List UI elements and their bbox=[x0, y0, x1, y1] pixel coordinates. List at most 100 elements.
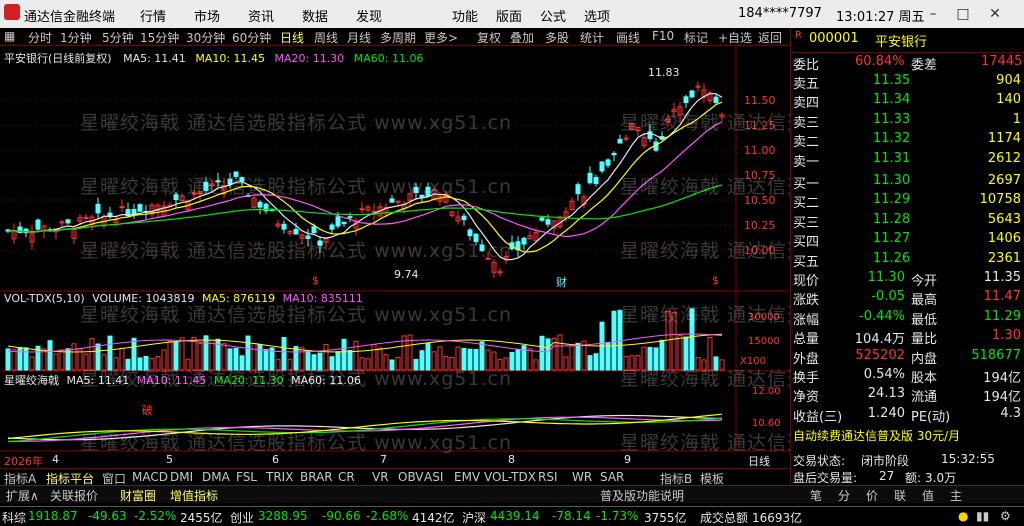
ask-row[interactable]: 卖四 11.34 140 bbox=[791, 91, 1024, 111]
tool-button[interactable]: 统计 bbox=[580, 29, 604, 46]
indicator-tab[interactable]: CR bbox=[338, 470, 355, 484]
stock-code[interactable]: 000001 bbox=[809, 31, 859, 46]
kline-chart[interactable] bbox=[0, 46, 790, 452]
expand-button[interactable]: 扩展∧ bbox=[6, 487, 39, 504]
period-tab[interactable]: 周线 bbox=[314, 29, 338, 46]
fund-value: 194亿 bbox=[983, 390, 1021, 406]
settings-icon[interactable]: ⚙ bbox=[1000, 509, 1011, 523]
menu-data[interactable]: 数据 bbox=[302, 6, 328, 25]
bid-row[interactable]: 买三 11.28 5643 bbox=[791, 211, 1024, 231]
bid-volume: 5643 bbox=[987, 211, 1021, 227]
chart-area[interactable]: 平安银行(日线前复权) MA5: 11.41 MA10: 11.45 MA20:… bbox=[0, 46, 1024, 468]
menu-formula[interactable]: 公式 bbox=[540, 6, 566, 25]
related-quotes-tab[interactable]: 关联报价 bbox=[50, 487, 98, 504]
panel-tab[interactable]: 主 bbox=[950, 487, 962, 504]
volume-bar bbox=[629, 355, 635, 371]
add-favorite-button[interactable]: +自选 bbox=[718, 29, 752, 46]
quote-row[interactable]: 现价 11.30 今开 11.35 bbox=[791, 269, 1024, 289]
menu-discover[interactable]: 发现 bbox=[356, 6, 382, 25]
indicator-tab[interactable]: OBV bbox=[398, 470, 424, 484]
panel-tab[interactable]: 分 bbox=[838, 487, 850, 504]
ask-row[interactable]: 卖五 11.35 904 bbox=[791, 72, 1024, 92]
quote-row[interactable]: 涨跌 -0.05 最高 11.47 bbox=[791, 288, 1024, 309]
fund-row[interactable]: 换手 0.54% 股本 194亿 bbox=[791, 366, 1024, 386]
period-tab[interactable]: 5分钟 bbox=[102, 29, 134, 46]
quote-row[interactable]: 外盘 525202 内盘 518677 bbox=[791, 347, 1024, 367]
indicator-tab[interactable]: MACD bbox=[132, 470, 168, 484]
index-name[interactable]: 沪深 bbox=[462, 509, 486, 526]
menu-options[interactable]: 选项 bbox=[584, 6, 610, 25]
panel-tab[interactable]: 笔 bbox=[810, 487, 822, 504]
candle-body bbox=[467, 229, 473, 237]
price-tick: 11.50 bbox=[744, 94, 776, 107]
fund-row[interactable]: 收益(三) 1.240 PE(动) 4.3 bbox=[791, 405, 1024, 425]
indicator-tab[interactable]: TRIX bbox=[266, 470, 293, 484]
fund-row[interactable]: 净资 24.13 流通 194亿 bbox=[791, 385, 1024, 406]
wealth-circle-tab[interactable]: 财富圈 bbox=[120, 487, 156, 504]
maximize-icon[interactable]: □ bbox=[952, 4, 974, 24]
back-button[interactable]: 返回 bbox=[758, 29, 782, 46]
close-icon[interactable]: ✕ bbox=[984, 4, 1006, 24]
promo-banner[interactable]: 自动续费通达信普及版 30元/月 bbox=[793, 427, 960, 444]
quote-value: 11.47 bbox=[983, 289, 1021, 305]
period-tab[interactable]: 月线 bbox=[347, 29, 371, 46]
volume-bar bbox=[425, 342, 431, 371]
indicator-tab[interactable]: VOL-TDX bbox=[484, 470, 536, 484]
quote-row[interactable]: 涨幅 -0.44% 最低 11.29 bbox=[791, 308, 1024, 328]
ask-row[interactable]: 卖三 11.33 1 bbox=[791, 111, 1024, 131]
bid-row[interactable]: 买一 11.30 2697 bbox=[791, 172, 1024, 192]
index-name[interactable]: 创业 bbox=[230, 509, 254, 526]
notification-icon[interactable]: ● bbox=[958, 509, 968, 523]
news-ticker[interactable]: 普及版功能说明 bbox=[600, 487, 684, 504]
quote-row[interactable]: 总量 104.4万 量比 1.30 bbox=[791, 327, 1024, 347]
bid-row[interactable]: 买四 11.27 1406 bbox=[791, 230, 1024, 250]
panel-tab[interactable]: 值 bbox=[922, 487, 934, 504]
ask-row[interactable]: 卖一 11.31 2612 bbox=[791, 150, 1024, 170]
tool-button[interactable]: 叠加 bbox=[510, 29, 534, 46]
panel-tab[interactable]: 价 bbox=[866, 487, 878, 504]
menu-news[interactable]: 资讯 bbox=[248, 6, 274, 25]
indicator-tab[interactable]: DMI bbox=[170, 470, 193, 484]
period-tab[interactable]: 60分钟 bbox=[232, 29, 271, 46]
indicator-tab[interactable]: EMV bbox=[454, 470, 480, 484]
stock-name[interactable]: 平安银行 bbox=[875, 31, 927, 50]
indicator-tab[interactable]: WR bbox=[572, 470, 592, 484]
indicator-tab[interactable]: FSL bbox=[236, 470, 257, 484]
bid-row[interactable]: 买五 11.26 2361 bbox=[791, 250, 1024, 270]
grid-icon[interactable]: ▦ bbox=[4, 29, 15, 43]
period-tab[interactable]: 1分钟 bbox=[60, 29, 92, 46]
minimize-icon[interactable]: – bbox=[922, 4, 944, 24]
period-tab[interactable]: 30分钟 bbox=[186, 29, 225, 46]
period-tab[interactable]: 多周期 bbox=[380, 29, 416, 46]
financial-report-mark[interactable]: 财 bbox=[556, 274, 567, 290]
connection-icon[interactable]: ▮▮ bbox=[976, 509, 989, 523]
indicator-tab[interactable]: ASI bbox=[424, 470, 443, 484]
quote-label: 最高 bbox=[911, 293, 938, 309]
indicator-tab[interactable]: RSI bbox=[538, 470, 558, 484]
ask-row[interactable]: 卖二 11.32 1174 bbox=[791, 130, 1024, 150]
tool-button[interactable]: F10 bbox=[652, 29, 674, 43]
menu-markets[interactable]: 市场 bbox=[194, 6, 220, 25]
period-tab-active[interactable]: 日线 bbox=[280, 29, 304, 46]
user-account[interactable]: 184****7797 bbox=[738, 6, 822, 21]
indicator-tab[interactable]: BRAR bbox=[300, 470, 333, 484]
menu-market[interactable]: 行情 bbox=[140, 6, 166, 25]
menu-layout[interactable]: 版面 bbox=[496, 6, 522, 25]
index-name[interactable]: 科综 bbox=[2, 509, 26, 526]
tool-button[interactable]: 复权 bbox=[477, 29, 501, 46]
indicator-tab[interactable]: DMA bbox=[202, 470, 230, 484]
menu-functions[interactable]: 功能 bbox=[452, 6, 478, 25]
bid-row[interactable]: 买二 11.29 10758 bbox=[791, 191, 1024, 211]
indicator-tab[interactable]: VR bbox=[372, 470, 389, 484]
tool-button[interactable]: 标记 bbox=[684, 29, 708, 46]
more-periods-button[interactable]: 更多> bbox=[424, 29, 458, 46]
dividend-mark[interactable]: $ bbox=[312, 274, 319, 287]
tool-button[interactable]: 画线 bbox=[616, 29, 640, 46]
period-tab[interactable]: 15分钟 bbox=[140, 29, 179, 46]
tool-button[interactable]: 多股 bbox=[545, 29, 569, 46]
dividend-mark[interactable]: $ bbox=[712, 274, 719, 287]
panel-tab[interactable]: 联 bbox=[894, 487, 906, 504]
indicator-tab[interactable]: SAR bbox=[600, 470, 624, 484]
period-tab[interactable]: 分时 bbox=[28, 29, 52, 46]
value-indicator-tab[interactable]: 增值指标 bbox=[170, 487, 218, 504]
